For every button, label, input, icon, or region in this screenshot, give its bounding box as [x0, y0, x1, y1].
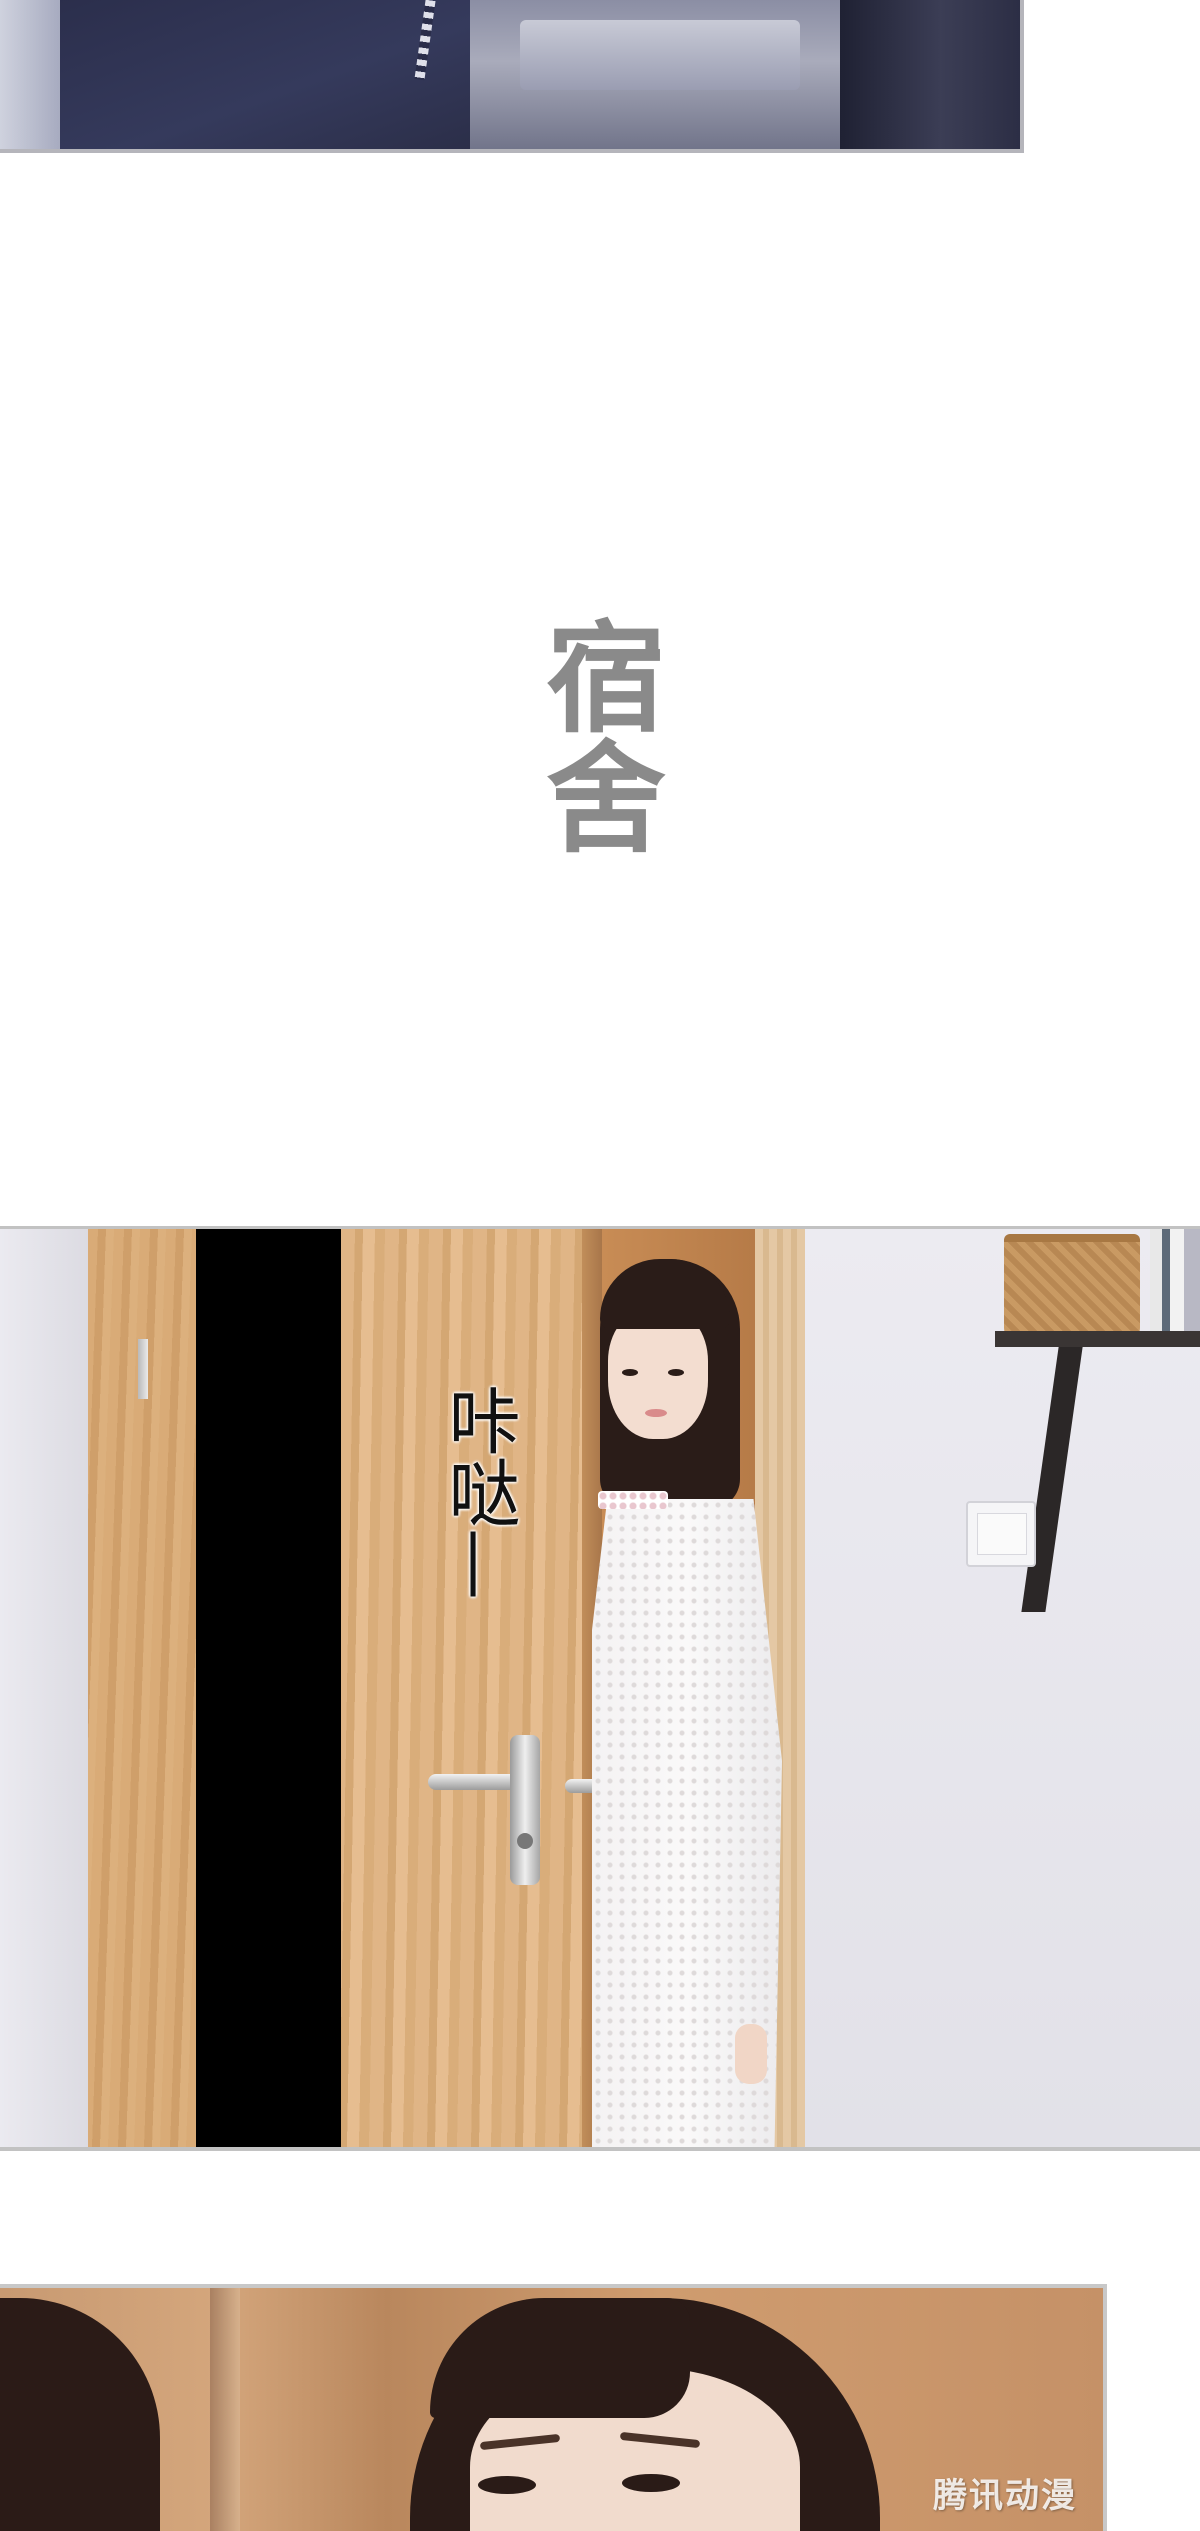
door-handle-plate — [510, 1735, 540, 1885]
jacket-shape — [0, 0, 470, 149]
sound-effect-text: 咔哒— — [436, 1384, 520, 1600]
girl-hand — [735, 2024, 767, 2084]
girl-eye-right — [622, 2474, 680, 2492]
comic-panel-car-interior — [0, 0, 1024, 153]
girl-bangs — [430, 2298, 690, 2418]
door-leaf — [341, 1229, 601, 2147]
lace-collar — [598, 1491, 668, 1509]
girl-lips — [645, 1409, 667, 1417]
left-wall — [0, 1229, 88, 2147]
comic-panel-close-up: 腾讯动漫 — [0, 2284, 1107, 2531]
girl-eye-right — [668, 1369, 684, 1376]
seat-belt-shape — [840, 0, 940, 149]
light-switch-key — [977, 1513, 1027, 1555]
arm-shape — [0, 0, 60, 149]
wall-shelf — [995, 1331, 1200, 1347]
girl-eye-left — [622, 1369, 638, 1376]
wicker-basket — [1004, 1234, 1140, 1340]
girl-eye-left — [478, 2476, 536, 2494]
foreground-hair — [0, 2298, 160, 2531]
lock-cylinder — [517, 1833, 533, 1849]
door-frame-strip — [210, 2288, 240, 2531]
right-wall — [805, 1229, 1200, 2147]
car-window-shape — [520, 20, 800, 90]
light-switch — [966, 1501, 1036, 1567]
books — [1150, 1229, 1200, 1331]
black-bar — [196, 1229, 341, 2147]
watermark-logo: 腾讯动漫 — [933, 2476, 1077, 2516]
scene-title: 宿舍 — [525, 615, 666, 855]
comic-panel-dorm-door: 咔哒— — [0, 1226, 1200, 2151]
door-hinge — [138, 1339, 148, 1399]
